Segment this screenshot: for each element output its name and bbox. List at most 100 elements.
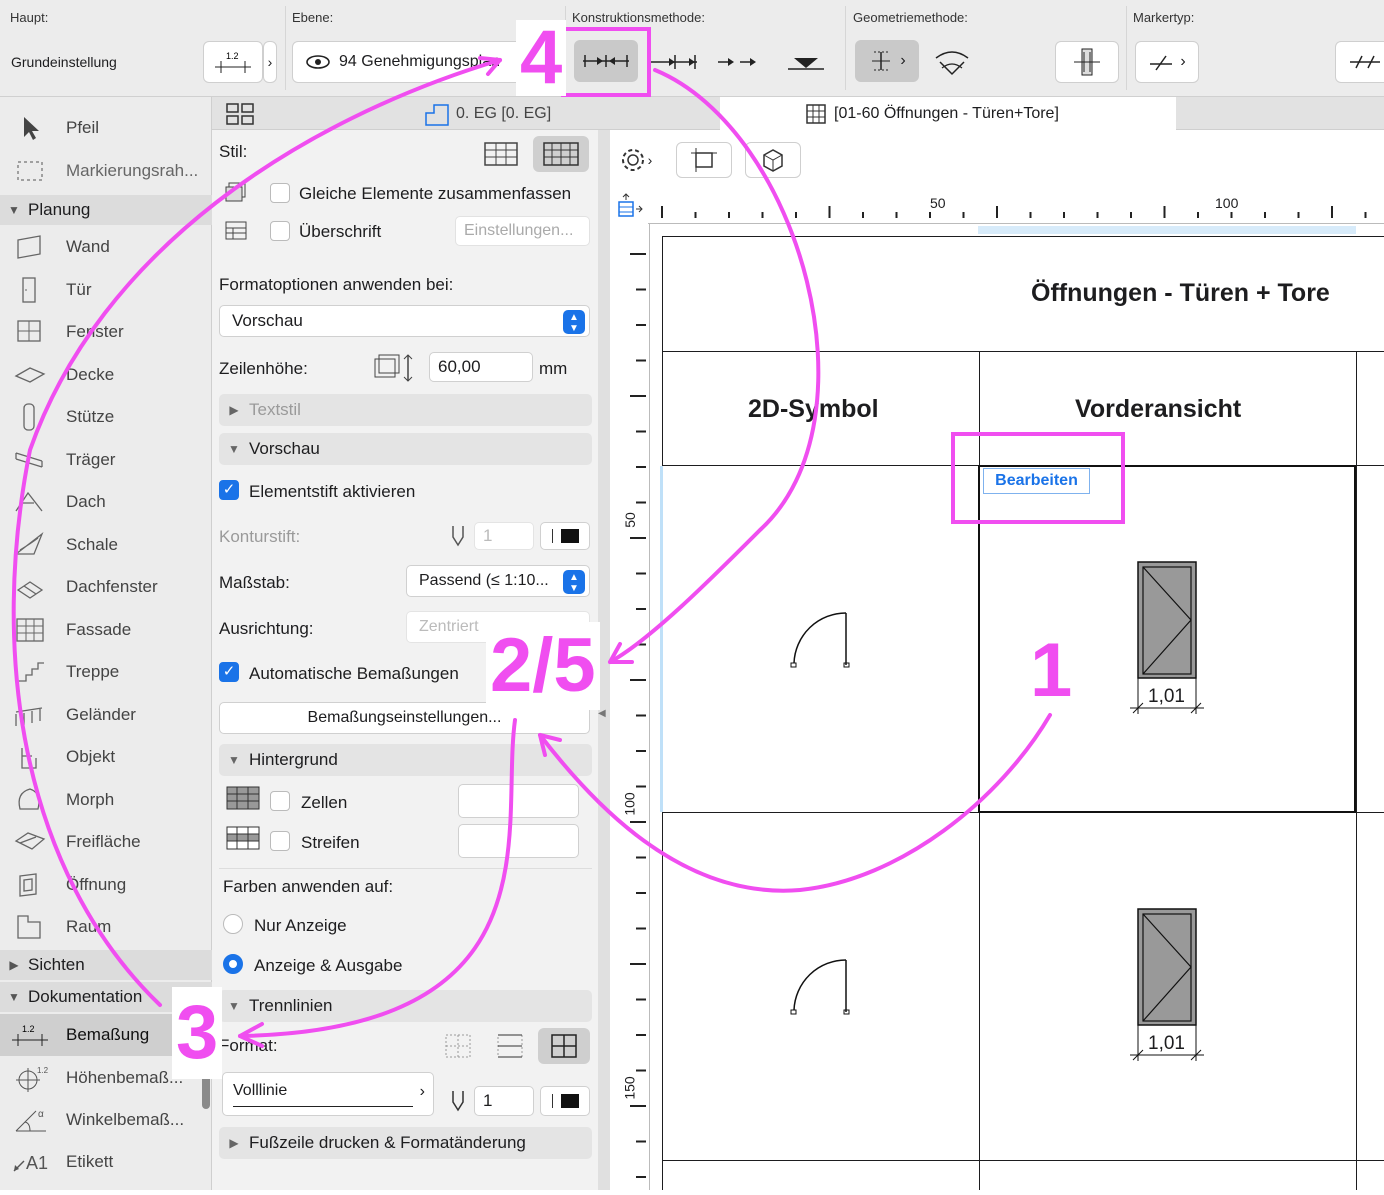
door-symbol-icon [790, 612, 850, 668]
marker-type-selector[interactable]: › [1135, 41, 1199, 83]
dimension-tool-button[interactable]: 1.2 [203, 41, 263, 83]
angle-dimension-icon: α [15, 1109, 46, 1132]
line-type-select[interactable]: Volllinie › [222, 1072, 434, 1116]
section-hintergrund[interactable]: ▼ Hintergrund [219, 744, 592, 776]
style-grid-option-selected[interactable] [533, 136, 589, 172]
streifen-color-field[interactable] [458, 824, 579, 858]
anzeige-ausgabe-label: Anzeige & Ausgabe [254, 956, 403, 975]
zeilenhoehe-input[interactable]: 60,00 [429, 352, 533, 382]
line-color-swatch[interactable] [540, 1086, 590, 1116]
tool-schale[interactable]: Schale [0, 524, 212, 566]
geometrie-label: Geometriemethode: [853, 10, 968, 25]
tool-objekt[interactable]: Objekt [0, 736, 212, 778]
stripes-fill-icon [226, 826, 260, 850]
opening-icon [19, 872, 37, 897]
column-icon [23, 403, 35, 431]
bearbeiten-button[interactable]: Bearbeiten [983, 468, 1090, 494]
zellen-checkbox[interactable] [270, 791, 290, 811]
dimension-value: 1,01 [1148, 686, 1185, 707]
geometry-method-button[interactable]: › [855, 40, 919, 82]
tool-dach[interactable]: Dach [0, 481, 212, 523]
gleiche-elemente-checkbox[interactable] [270, 183, 290, 203]
zellen-color-field[interactable] [458, 784, 579, 818]
marker-label: Markertyp: [1133, 10, 1195, 25]
massstab-select[interactable]: Passend (≤ 1:10... ▲ ▼ [406, 565, 590, 597]
tool-treppe[interactable]: Treppe [0, 651, 212, 693]
method-cumulative-button[interactable] [645, 48, 701, 76]
layer-value: 94 Genehmigungsplan [339, 53, 501, 70]
style-table-option[interactable] [478, 138, 524, 170]
elementstift-checkbox[interactable]: ✓ [219, 480, 239, 500]
tool-pfeil[interactable]: Pfeil [0, 107, 212, 149]
tool-etikett[interactable]: A1 Etikett [0, 1141, 212, 1183]
view-settings-button[interactable]: › [612, 142, 660, 178]
tool-decke[interactable]: Decke [0, 354, 212, 396]
ueberschrift-checkbox[interactable] [270, 221, 290, 241]
marker-type-option[interactable] [1335, 41, 1384, 83]
anzeige-ausgabe-radio[interactable] [223, 954, 243, 974]
section-fusszeile[interactable]: ▶ Fußzeile drucken & Formatänderung [219, 1127, 592, 1159]
ruler-origin-button[interactable] [614, 190, 646, 222]
curtain-wall-icon [16, 617, 44, 642]
category-planung[interactable]: ▼ Planung [0, 195, 212, 225]
tab-schedule[interactable]: [01-60 Öffnungen - Türen+Tore] [720, 97, 1176, 131]
linear-dimension-icon: 1.2 [215, 51, 251, 73]
method-base-line-button[interactable] [712, 48, 762, 76]
tool-markierungsrahmen[interactable]: Markierungsrah... [0, 150, 212, 192]
section-textstil[interactable]: ▶ Textstil [219, 394, 592, 426]
auto-bemassung-checkbox[interactable]: ✓ [219, 662, 239, 682]
geometry-settings-button[interactable] [1055, 41, 1119, 83]
massstab-label: Maßstab: [219, 573, 290, 592]
konturstift-color-swatch[interactable] [540, 522, 590, 550]
tool-winkelbemassung[interactable]: α Winkelbemaß... [0, 1099, 212, 1141]
horizontal-lines-icon [497, 1034, 523, 1058]
tool-fenster[interactable]: Fenster [0, 311, 212, 353]
tool-tuer[interactable]: Tür [0, 269, 212, 311]
haupt-chevron-button[interactable]: › [263, 41, 277, 83]
einstellungen-button[interactable]: Einstellungen... [455, 216, 590, 246]
ueberschrift-label: Überschrift [299, 222, 382, 241]
format-options-select[interactable]: Vorschau ▲ ▼ [219, 305, 590, 337]
slash-marker-icon [1150, 55, 1173, 71]
eye-icon [306, 55, 330, 69]
method-linear-selected-button[interactable] [574, 40, 638, 82]
geometry-arc-button[interactable] [930, 44, 974, 80]
marquee-icon [17, 161, 43, 181]
method-elevation-button[interactable] [784, 48, 828, 76]
level-dimension-icon: 1.2 [16, 1066, 49, 1092]
door-icon [22, 276, 36, 303]
navigator-toggle-button[interactable] [224, 101, 256, 127]
konturstift-input[interactable]: 1 [474, 522, 534, 550]
tool-traeger[interactable]: Träger [0, 439, 212, 481]
nur-anzeige-radio[interactable] [223, 914, 243, 934]
label-icon: A1 [13, 1153, 48, 1173]
tool-oeffnung[interactable]: Öffnung [0, 864, 212, 906]
toolbox-scrollbar[interactable] [202, 1075, 210, 1109]
tool-stuetze[interactable]: Stütze [0, 396, 212, 438]
3d-box-icon [763, 149, 783, 172]
tab-floor-plan[interactable]: 0. EG [0. EG] [420, 99, 720, 129]
vertical-ruler: 50 100 150 [610, 224, 650, 1190]
fit-view-button[interactable] [676, 142, 732, 178]
no-lines-icon [445, 1034, 471, 1058]
tool-fassade[interactable]: Fassade [0, 609, 212, 651]
3d-view-button[interactable] [745, 142, 801, 178]
column-header-vorderansicht: Vorderansicht [1075, 395, 1242, 423]
tool-wand[interactable]: Wand [0, 226, 212, 268]
tool-gelaender[interactable]: Geländer [0, 694, 212, 736]
line-pen-input[interactable]: 1 [474, 1086, 534, 1116]
tool-raum[interactable]: Raum [0, 906, 212, 948]
streifen-checkbox[interactable] [270, 831, 290, 851]
section-trennlinien[interactable]: ▼ Trennlinien [219, 990, 592, 1022]
linear-dimension-icon: 1.2 [12, 1024, 48, 1046]
tool-freiflaeche[interactable]: Freifläche [0, 821, 212, 863]
wall-icon [17, 235, 41, 259]
panel-divider[interactable] [598, 130, 610, 1190]
pen-icon [452, 526, 464, 547]
tool-morph[interactable]: Morph [0, 779, 212, 821]
fit-view-icon [691, 148, 717, 172]
section-vorschau[interactable]: ▼ Vorschau [219, 433, 592, 465]
all-lines-option-selected[interactable] [538, 1028, 590, 1064]
tool-dachfenster[interactable]: Dachfenster [0, 566, 212, 608]
category-sichten[interactable]: ▶ Sichten [0, 950, 212, 980]
